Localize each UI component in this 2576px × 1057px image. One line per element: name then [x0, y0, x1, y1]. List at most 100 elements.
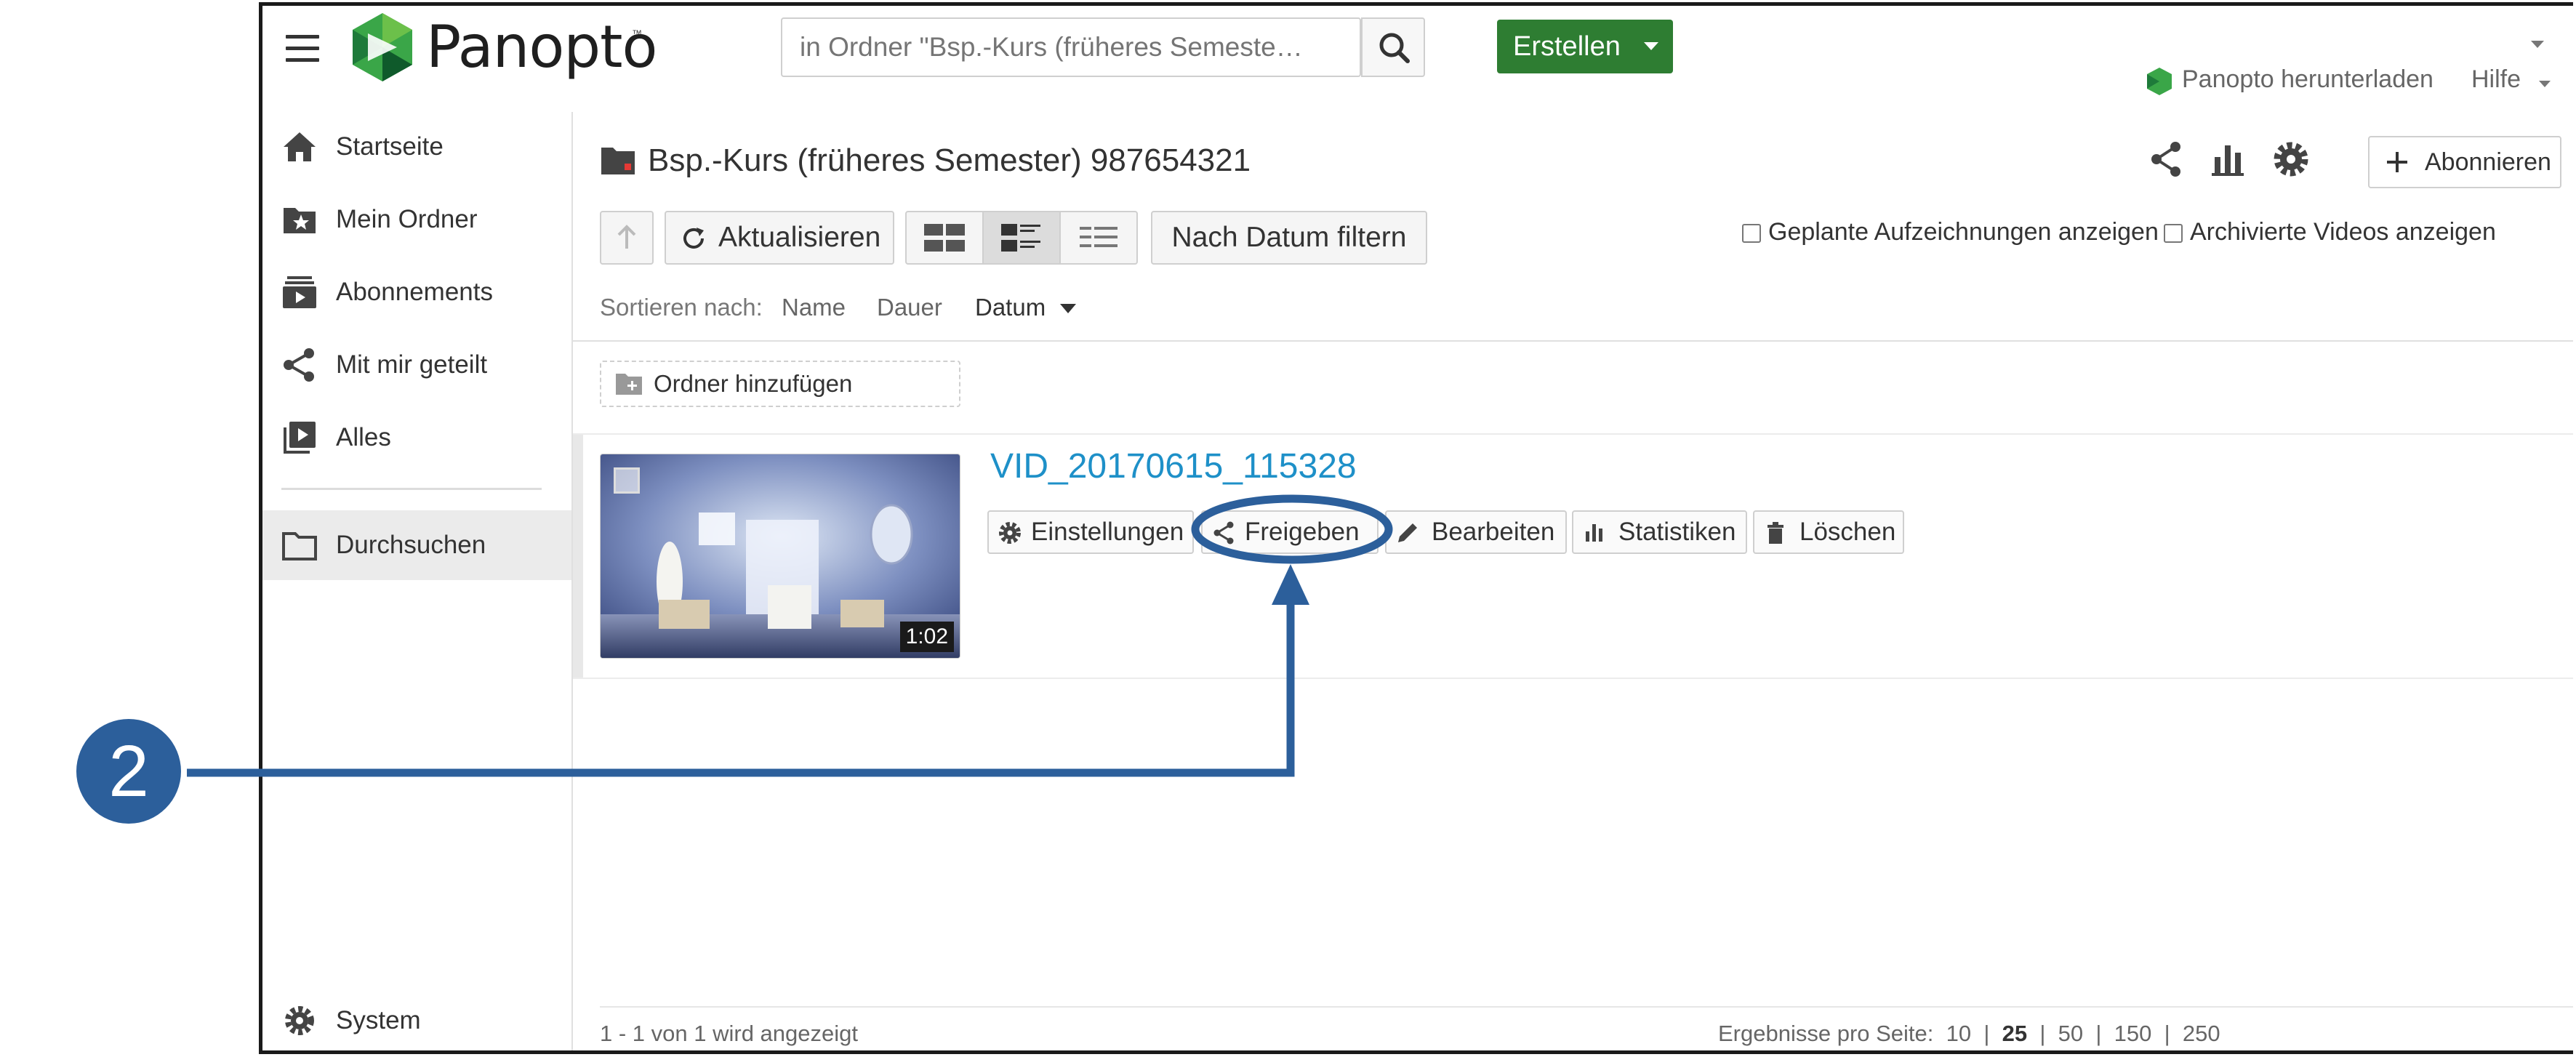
sort-label: Sortieren nach:: [600, 294, 763, 321]
refresh-button-label: Aktualisieren: [718, 222, 881, 253]
video-title-link[interactable]: VID_20170615_115328: [990, 446, 1357, 486]
plus-icon: [2387, 152, 2407, 172]
sidebar-item-mit-mir-geteilt[interactable]: Mit mir geteilt: [262, 330, 571, 400]
folder-icon: [601, 148, 635, 174]
video-delete-button[interactable]: Löschen: [1753, 510, 1904, 554]
up-folder-button[interactable]: [600, 211, 654, 265]
search-box: [781, 17, 1361, 77]
gear-icon: [285, 1006, 314, 1035]
panopto-small-logo-icon: [2147, 68, 2172, 95]
video-settings-button[interactable]: Einstellungen: [987, 510, 1194, 554]
search-button[interactable]: [1361, 17, 1425, 77]
video-statistics-label: Statistiken: [1618, 518, 1736, 546]
sidebar-item-alles[interactable]: Alles: [262, 403, 571, 473]
sidebar-divider: [281, 488, 542, 490]
page-size-50[interactable]: 50: [2058, 1021, 2083, 1046]
select-video-checkbox[interactable]: [614, 467, 640, 494]
page-size-250[interactable]: 250: [2183, 1021, 2220, 1046]
video-delete-label: Löschen: [1799, 518, 1896, 546]
gear-icon: [999, 522, 1021, 544]
top-bar: Panopto ™ Erstellen Panopto herunterlade…: [262, 6, 2573, 113]
search-icon: [1379, 33, 1410, 63]
list-view-button[interactable]: [1059, 211, 1138, 265]
footer-divider: [600, 1006, 2573, 1008]
video-share-button[interactable]: Freigeben: [1201, 510, 1379, 554]
video-library-icon: [284, 422, 316, 454]
create-button-label: Erstellen: [1513, 31, 1621, 62]
archived-videos-toggle[interactable]: Archivierte Videos anzeigen: [2164, 214, 2496, 250]
results-per-page: Ergebnisse pro Seite: 10 | 25 | 50 | 150…: [1718, 1021, 2220, 1046]
sidebar-item-abonnements[interactable]: Abonnements: [262, 257, 571, 327]
statistics-icon: [1586, 524, 1602, 542]
folder-title: Bsp.-Kurs (früheres Semester) 987654321: [648, 142, 1251, 178]
share-icon[interactable]: [2146, 140, 2186, 179]
video-settings-label: Einstellungen: [1031, 518, 1184, 546]
panopto-logo-text[interactable]: Panopto: [426, 13, 657, 81]
sort-by-date[interactable]: Datum: [975, 294, 1046, 321]
video-edit-label: Bearbeiten: [1432, 518, 1555, 546]
sort-descending-icon[interactable]: [1060, 304, 1076, 313]
sort-by-duration[interactable]: Dauer: [877, 294, 942, 321]
sidebar: Startseite Mein Ordner Abonnements Mit m…: [262, 112, 573, 1050]
detail-view-icon: [1001, 224, 1040, 252]
scheduled-recordings-checkbox[interactable]: [1742, 224, 1761, 244]
video-statistics-button[interactable]: Statistiken: [1572, 510, 1747, 554]
arrow-up-icon: [617, 225, 636, 249]
folder-icon: [282, 532, 317, 560]
video-edit-button[interactable]: Bearbeiten: [1385, 510, 1567, 554]
sidebar-item-mein-ordner[interactable]: Mein Ordner: [262, 185, 571, 254]
detail-view-button[interactable]: [982, 211, 1061, 265]
sidebar-item-label: Mein Ordner: [336, 205, 478, 233]
user-menu-chevron-icon[interactable]: [2531, 41, 2544, 48]
help-menu[interactable]: Hilfe: [2471, 65, 2521, 94]
results-count: 1 - 1 von 1 wird angezeigt: [600, 1021, 858, 1046]
add-folder-icon: [616, 374, 642, 395]
sidebar-item-label: System: [336, 1006, 421, 1034]
scheduled-recordings-label: Geplante Aufzeichnungen anzeigen: [1768, 218, 2159, 246]
archived-videos-label: Archivierte Videos anzeigen: [2190, 218, 2496, 246]
video-share-label: Freigeben: [1245, 518, 1360, 546]
subscribe-button[interactable]: Abonnieren: [2368, 136, 2561, 188]
date-filter-label: Nach Datum filtern: [1171, 222, 1407, 253]
sidebar-item-label: Abonnements: [336, 278, 493, 306]
sort-by-name[interactable]: Name: [782, 294, 846, 321]
sidebar-item-durchsuchen[interactable]: Durchsuchen: [262, 510, 571, 580]
create-button[interactable]: Erstellen: [1497, 20, 1673, 73]
page-size-10[interactable]: 10: [1946, 1021, 1971, 1046]
sidebar-item-label: Mit mir geteilt: [336, 350, 488, 379]
thumbnail-view-button[interactable]: [905, 211, 984, 265]
gear-icon[interactable]: [2271, 140, 2311, 179]
scheduled-recordings-toggle[interactable]: Geplante Aufzeichnungen anzeigen: [1742, 214, 2159, 250]
main-content: Bsp.-Kurs (früheres Semester) 987654321 …: [573, 112, 2573, 1050]
search-input[interactable]: [782, 19, 1361, 76]
sidebar-item-startseite[interactable]: Startseite: [262, 112, 571, 182]
help-chevron-down-icon: [2539, 81, 2551, 87]
share-icon: [284, 348, 314, 382]
trash-icon: [1768, 522, 1783, 544]
add-folder-button[interactable]: Ordner hinzufügen: [600, 361, 960, 407]
statistics-icon[interactable]: [2209, 140, 2248, 179]
sidebar-item-label: Startseite: [336, 132, 444, 161]
home-icon: [284, 132, 316, 161]
subscribe-button-label: Abonnieren: [2425, 148, 2551, 176]
page-size-150[interactable]: 150: [2114, 1021, 2152, 1046]
sort-divider: [573, 340, 2573, 342]
sidebar-item-system[interactable]: System: [262, 986, 571, 1050]
row-divider: [573, 433, 2573, 435]
video-thumbnail[interactable]: 1:02: [600, 454, 960, 659]
trademark-mark: ™: [632, 28, 642, 39]
subscriptions-icon: [283, 276, 316, 308]
video-duration: 1:02: [899, 622, 954, 652]
row-selection-bar: [573, 435, 583, 678]
grid-view-icon: [924, 224, 965, 252]
date-filter-button[interactable]: Nach Datum filtern: [1151, 211, 1427, 265]
download-panopto-link[interactable]: Panopto herunterladen: [2182, 65, 2433, 94]
refresh-button[interactable]: Aktualisieren: [665, 211, 894, 265]
archived-videos-checkbox[interactable]: [2164, 224, 2183, 244]
page-size-25[interactable]: 25: [2002, 1021, 2027, 1046]
step-number-badge: 2: [76, 719, 181, 824]
hamburger-menu-icon[interactable]: [286, 35, 319, 64]
results-per-page-label: Ergebnisse pro Seite:: [1718, 1021, 1934, 1046]
chevron-down-icon: [1644, 42, 1658, 50]
star-folder-icon: [284, 208, 316, 233]
